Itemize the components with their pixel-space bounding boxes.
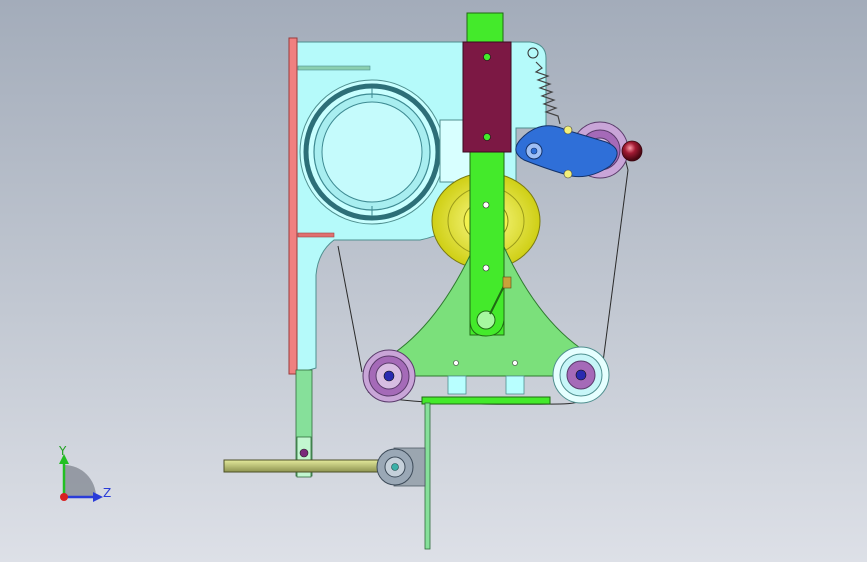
plate-hole-right bbox=[512, 360, 518, 366]
housing-top-slot bbox=[297, 65, 371, 71]
mount-tab-left bbox=[447, 375, 467, 395]
triad-origin bbox=[60, 493, 68, 501]
housing-lower-slot bbox=[297, 232, 335, 238]
adjust-bolt bbox=[502, 276, 512, 289]
mount-tab-right bbox=[505, 375, 525, 395]
lever-knob[interactable] bbox=[621, 140, 643, 162]
coordinate-triad: Y Z bbox=[58, 444, 111, 502]
horizontal-shaft bbox=[223, 459, 395, 473]
flange-plate bbox=[288, 37, 298, 375]
triad-quarter-disc bbox=[64, 465, 96, 497]
lever-pin-top bbox=[563, 125, 573, 135]
vertical-support-rod bbox=[424, 402, 431, 550]
lever-pin-bottom bbox=[563, 169, 573, 179]
z-axis-arrowhead bbox=[93, 492, 103, 502]
shaft-end-hub bbox=[376, 447, 426, 487]
base-support-bar bbox=[421, 396, 551, 405]
idler-roller-right[interactable] bbox=[552, 346, 610, 404]
idler-roller-left[interactable] bbox=[362, 349, 416, 403]
y-axis-label: Y bbox=[58, 444, 67, 458]
slider-block[interactable] bbox=[462, 41, 512, 153]
cad-viewport[interactable]: Y Z bbox=[0, 0, 867, 562]
guide-bar-pivot bbox=[476, 310, 496, 330]
bearing-bore bbox=[299, 79, 445, 225]
z-axis-label: Z bbox=[103, 486, 111, 500]
plate-hole-left bbox=[453, 360, 459, 366]
left-post-screw bbox=[299, 448, 309, 458]
